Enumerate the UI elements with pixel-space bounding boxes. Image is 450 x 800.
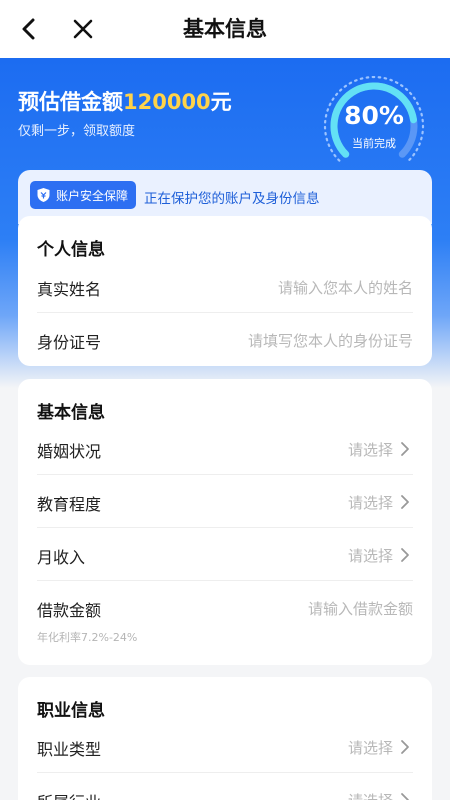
marital-status-field[interactable]: 婚姻状况 请选择 <box>37 422 413 475</box>
amount-suffix: 元 <box>210 90 232 114</box>
hero-subtitle: 仅剩一步，领取额度 <box>18 124 136 139</box>
field-label: 职业类型 <box>37 740 102 759</box>
job-info-card: 职业信息 职业类型 请选择 所属行业 请选择 <box>18 677 432 800</box>
name-input[interactable]: 请输入您本人的姓名 <box>278 277 413 298</box>
chevron-right-icon <box>401 495 409 509</box>
loan-amount-input[interactable]: 请输入借款金额 <box>308 598 413 619</box>
chevron-right-icon <box>401 740 409 754</box>
back-button[interactable] <box>14 14 44 44</box>
monthly-income-field[interactable]: 月收入 请选择 <box>37 528 413 581</box>
field-label: 婚姻状况 <box>37 442 102 461</box>
estimated-amount: 预估借金额120000元 <box>18 86 232 116</box>
name-field[interactable]: 真实姓名 请输入您本人的姓名 <box>37 260 413 313</box>
occupation-type-field[interactable]: 职业类型 请选择 <box>37 720 413 773</box>
close-icon <box>73 19 93 39</box>
personal-info-card: 个人信息 真实姓名 请输入您本人的姓名 身份证号 请填写您本人的身份证号 <box>18 216 432 366</box>
field-label: 所属行业 <box>37 789 101 800</box>
chevron-left-icon <box>22 18 35 40</box>
field-label: 真实姓名 <box>37 280 102 299</box>
loan-amount-field[interactable]: 借款金额 请输入借款金额 <box>37 581 413 634</box>
chevron-right-icon <box>401 548 409 562</box>
marital-status-select[interactable]: 请选择 <box>348 439 393 460</box>
industry-field[interactable]: 所属行业 请选择 <box>37 773 413 800</box>
progress-label: 当前完成 <box>352 137 396 150</box>
industry-select[interactable]: 请选择 <box>348 790 393 800</box>
close-button[interactable] <box>68 14 98 44</box>
id-number-input[interactable]: 请填写您本人的身份证号 <box>248 330 413 351</box>
section-title-job: 职业信息 <box>37 701 105 721</box>
security-badge-label: 账户安全保障 <box>56 188 129 203</box>
field-label: 借款金额 <box>37 601 102 620</box>
chevron-right-icon <box>401 793 409 800</box>
shield-icon <box>37 188 50 202</box>
field-label: 教育程度 <box>37 495 102 514</box>
section-title-personal: 个人信息 <box>37 240 105 260</box>
field-label: 月收入 <box>37 548 86 567</box>
id-number-field[interactable]: 身份证号 请填写您本人的身份证号 <box>37 313 413 366</box>
education-select[interactable]: 请选择 <box>348 492 393 513</box>
progress-percent: 80% <box>344 101 404 130</box>
nav-bar: 基本信息 <box>0 0 450 58</box>
security-badge: 账户安全保障 <box>30 181 137 209</box>
amount-value: 120000 <box>123 90 211 114</box>
education-field[interactable]: 教育程度 请选择 <box>37 475 413 528</box>
basic-info-card: 基本信息 婚姻状况 请选择 教育程度 请选择 月收入 请选择 借款金额 请输入借… <box>18 379 432 665</box>
section-title-basic: 基本信息 <box>37 403 105 423</box>
progress-gauge: 80% 当前完成 <box>318 75 430 176</box>
chevron-right-icon <box>401 442 409 456</box>
amount-prefix: 预估借金额 <box>18 90 123 114</box>
interest-rate-note: 年化利率7.2%-24% <box>37 631 138 644</box>
occupation-type-select[interactable]: 请选择 <box>348 737 393 758</box>
monthly-income-select[interactable]: 请选择 <box>348 545 393 566</box>
security-message: 正在保护您的账户及身份信息 <box>144 191 320 207</box>
field-label: 身份证号 <box>37 333 102 352</box>
